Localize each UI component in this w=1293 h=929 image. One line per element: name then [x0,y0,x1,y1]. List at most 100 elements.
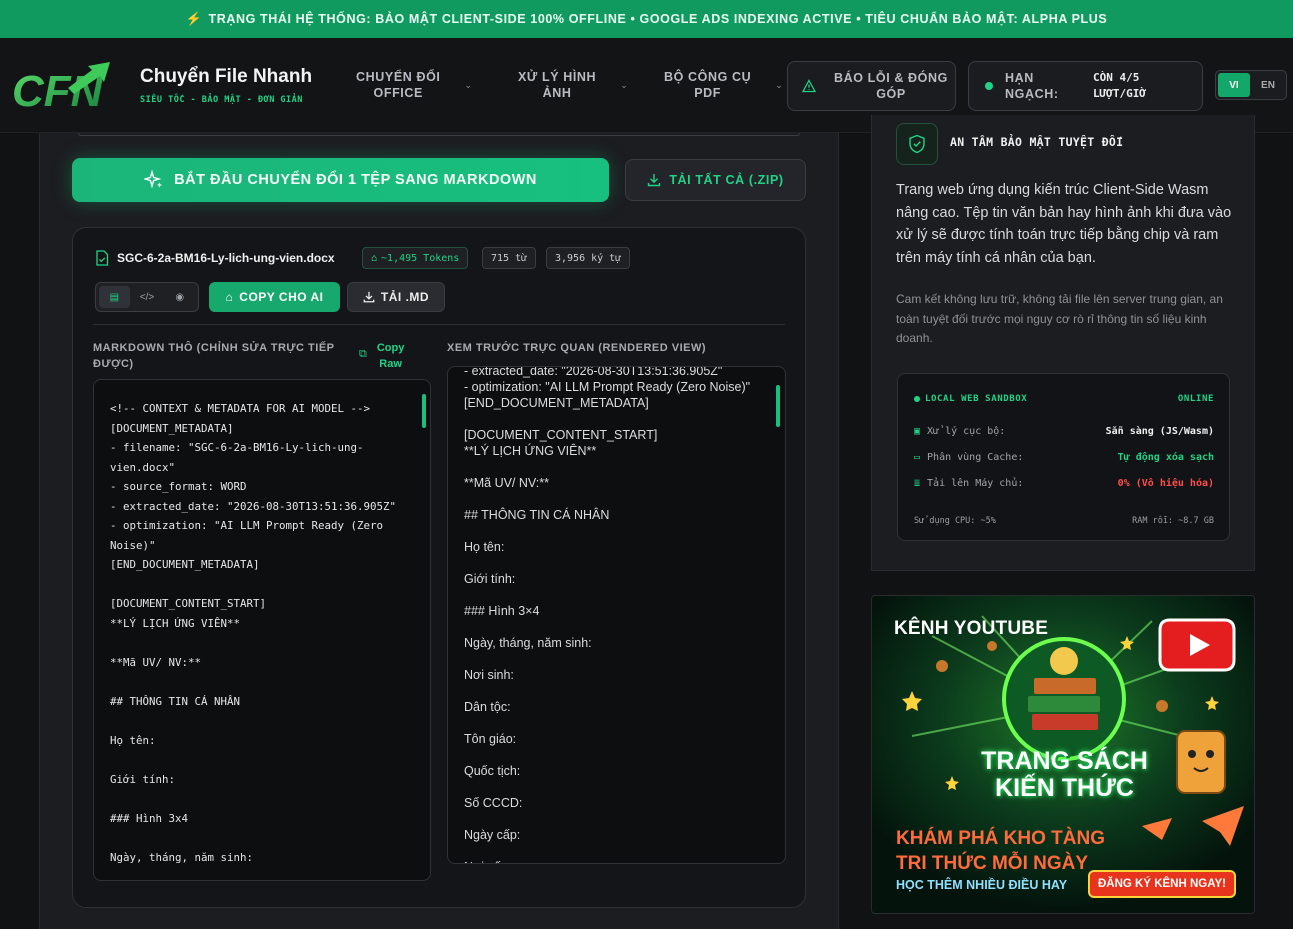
text-line: Số CCCD: [464,796,523,810]
shield-check-icon [896,123,938,165]
raw-markdown-header: MARKDOWN THÔ (CHỈNH SỬA TRỰC TIẾP ĐƯỢC) [93,342,335,370]
security-note: Cam kết không lưu trữ, không tải file lê… [896,292,1223,345]
cpu-usage: Sử dụng CPU: ~5% [914,516,996,526]
subscribe-button[interactable]: ĐĂNG KÝ KÊNH NGAY! [1088,870,1236,898]
chevron-down-icon: ⌄ [775,79,783,90]
text-line [464,651,769,667]
chevron-down-icon: ⌄ [620,79,628,90]
text-line: ### Hình 3x4 [110,811,189,825]
nav-pdf-tools[interactable]: BỘ CÔNG CỤ PDF ⌄ [664,69,783,101]
dropzone-bottom-edge [78,133,800,136]
scrollbar-thumb[interactable] [422,394,426,428]
download-all-zip-button[interactable]: TẢI TẤT CẢ (.ZIP) [625,159,806,201]
text-line [110,575,410,595]
text-line: ### Hình 3×4 [464,604,540,618]
text-line: - extracted_date: "2026-08-30T13:51:36.9… [110,499,397,513]
robot-icon: ⌂ [225,290,234,304]
sandbox-footer: Sử dụng CPU: ~5% RAM rỗi: ~8.7 GB [914,516,1214,526]
text-line: [END_DOCUMENT_METADATA] [464,396,649,410]
text-line [464,811,769,827]
ad-tagline: HỌC THÊM NHIỀU ĐIỀU HAY [896,878,1068,892]
rendered-preview-text: - extracted_date: "2026-08-30T13:51:36.9… [464,366,769,863]
token-count-badge: ⌂ ~1,495 Tokens [362,247,469,269]
divider [93,324,785,325]
system-status-banner: ⚡ TRẠNG THÁI HỆ THỐNG: BẢO MẬT CLIENT-SI… [0,0,1293,38]
start-convert-button[interactable]: BẮT ĐẦU CHUYỂN ĐỔI 1 TỆP SANG MARKDOWN [72,158,609,202]
ram-free: RAM rỗi: ~8.7 GB [1132,516,1214,526]
eye-icon[interactable]: ◉ [164,286,195,308]
text-line: <!-- CONTEXT & METADATA FOR AI MODEL --> [110,402,371,415]
text-line: vien.docx" [110,460,176,474]
brand[interactable]: Chuyển File Nhanh SIÊU TỐC - BẢO MẬT - Đ… [140,66,312,105]
text-line: Họ tên: [464,540,505,554]
sandbox-header: LOCAL WEB SANDBOX ONLINE [914,394,1214,404]
copy-raw-button[interactable]: ⧉ Copy Raw [359,340,404,372]
ad-subtitle: KHÁM PHÁ KHO TÀNG TRI THỨC MỖI NGÀY [896,828,1105,874]
cfn-logo[interactable]: CFN [10,58,122,114]
cpu-chip-icon: ▣ [914,426,921,437]
banner-text: TRẠNG THÁI HỆ THỐNG: BẢO MẬT CLIENT-SIDE… [208,12,1108,26]
text-line: Tôn giáo: [464,732,517,746]
start-convert-label: BẮT ĐẦU CHUYỂN ĐỔI 1 TỆP SANG MARKDOWN [174,172,537,188]
text-line: Ngày, tháng, năm sinh: [464,636,592,650]
text-line: - extracted_date: "2026-08-30T13:51:36.9… [464,366,723,378]
lang-en[interactable]: EN [1252,73,1284,97]
copy-raw-label: Copy Raw [376,342,405,370]
text-line: **LÝ LỊCH ỨNG VIÊN** [464,444,597,458]
text-line [464,843,769,859]
report-feedback-button[interactable]: BÁO LỖI & ĐÓNG GÓP [787,61,956,111]
security-description: Trang web ứng dụng kiến trúc Client-Side… [896,182,1232,266]
text-line: - optimization: "AI LLM Prompt Ready (Ze… [464,380,751,394]
text-line: [DOCUMENT_METADATA] [110,421,234,435]
text-line [464,779,769,795]
chevron-down-icon: ⌄ [464,79,473,90]
quota-value: CÒN 4/5 LƯỢT/GIỜ [1093,71,1146,100]
quota-label: HẠN NGẠCH: [1005,71,1059,101]
lightning-icon: ⚡ [185,11,203,26]
text-line: ## THÔNG TIN CÁ NHÂN [110,694,241,708]
text-line: Quốc tịch: [464,764,521,778]
download-icon [648,174,661,187]
preview-header: XEM TRƯỚC TRỰC QUAN (RENDERED VIEW) [447,342,707,354]
download-icon [363,291,375,303]
sandbox-value: Tự động xóa sạch [1117,452,1214,463]
text-line [464,747,769,763]
sandbox-row-cache: ▭ Phân vùng Cache: Tự động xóa sạch [914,452,1214,463]
copy-for-ai-button[interactable]: ⌂ COPY CHO AI [209,282,340,312]
text-line [110,672,410,692]
split-view-icon[interactable]: ▤ [99,286,130,308]
quota-status: HẠN NGẠCH: CÒN 4/5 LƯỢT/GIỜ [968,61,1203,111]
brand-tagline: SIÊU TỐC - BẢO MẬT - ĐƠN GIẢN [140,95,303,105]
scrollbar-thumb[interactable] [776,385,780,427]
text-line [464,619,769,635]
file-result-card: SGC-6-2a-BM16-Ly-lich-ung-vien.docx ⌂ ~1,… [72,227,806,908]
copy-icon: ⧉ [359,348,367,360]
sandbox-status-panel: LOCAL WEB SANDBOX ONLINE ▣ Xử lý cục bộ: … [897,373,1230,541]
text-line [464,683,769,699]
nav-office-convert[interactable]: CHUYỂN ĐỔI OFFICE ⌄ [356,69,472,101]
ad-title: TRANG SÁCH KIẾN THỨC [981,747,1148,802]
nav-image-processing[interactable]: XỬ LÝ HÌNH ẢNH ⌄ [518,69,628,101]
code-view-icon[interactable]: </> [132,286,163,308]
text-line [110,633,410,653]
hard-drive-icon: ▭ [914,452,921,463]
database-icon: ≣ [914,478,921,489]
text-line: Ngày cấp: [464,828,521,842]
text-line [110,750,410,770]
text-line [464,715,769,731]
status-dot [985,82,993,90]
sandbox-value: 0% (Vô hiệu hóa) [1117,478,1214,489]
lang-vi[interactable]: VI [1218,73,1250,97]
text-line: ## THÔNG TIN CÁ NHÂN [464,508,610,522]
text-line [464,587,769,603]
text-line [464,491,769,507]
language-switcher: VI EN [1215,70,1287,100]
rendered-preview[interactable]: - extracted_date: "2026-08-30T13:51:36.9… [447,366,786,864]
youtube-channel-ad[interactable]: KÊNH YOUTUBE TRANG SÁCH KIẾN THỨC KHÁM PH… [871,595,1255,914]
raw-markdown-editor[interactable]: <!-- CONTEXT & METADATA FOR AI MODEL -->… [93,379,431,881]
download-md-button[interactable]: TẢI .MD [347,282,445,312]
security-card: AN TÂM BẢO MẬT TUYỆT ĐỐI Trang web ứng d… [871,115,1255,571]
word-count-badge: 715 từ [482,247,537,269]
file-name-text: SGC-6-2a-BM16-Ly-lich-ung-vien.docx [117,251,335,265]
text-line [110,711,410,731]
